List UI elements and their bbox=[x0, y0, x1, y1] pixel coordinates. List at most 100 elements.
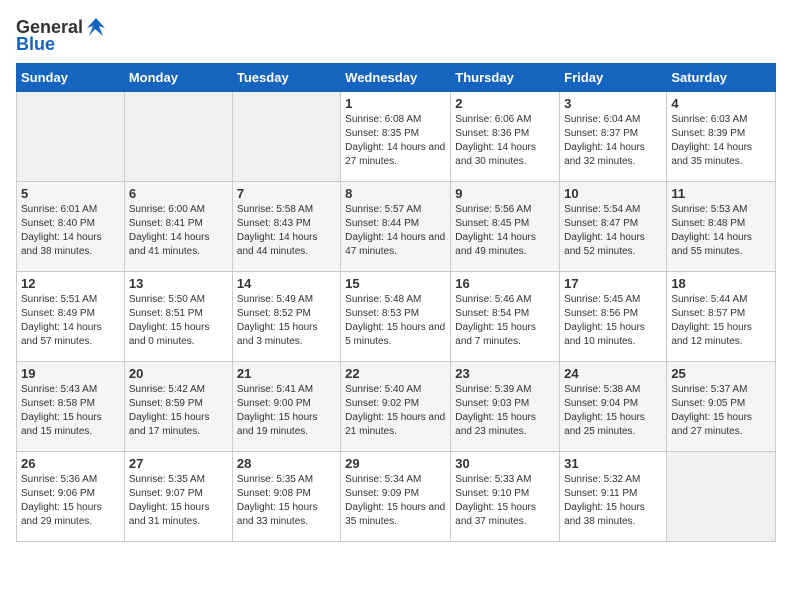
calendar-cell: 11 Sunrise: 5:53 AMSunset: 8:48 PMDayligh… bbox=[667, 182, 776, 272]
logo-blue-text: Blue bbox=[16, 34, 55, 55]
day-number: 3 bbox=[564, 96, 662, 111]
calendar-cell: 28 Sunrise: 5:35 AMSunset: 9:08 PMDayligh… bbox=[232, 452, 340, 542]
day-detail: Sunrise: 5:45 AMSunset: 8:56 PMDaylight:… bbox=[564, 293, 662, 349]
calendar-cell: 12 Sunrise: 5:51 AMSunset: 8:49 PMDayligh… bbox=[17, 272, 125, 362]
calendar-cell bbox=[667, 452, 776, 542]
day-detail: Sunrise: 5:34 AMSunset: 9:09 PMDaylight:… bbox=[345, 473, 446, 529]
day-number: 29 bbox=[345, 456, 446, 471]
day-detail: Sunrise: 5:50 AMSunset: 8:51 PMDaylight:… bbox=[129, 293, 228, 349]
calendar-cell: 29 Sunrise: 5:34 AMSunset: 9:09 PMDayligh… bbox=[341, 452, 451, 542]
day-number: 17 bbox=[564, 276, 662, 291]
calendar-cell bbox=[232, 92, 340, 182]
day-number: 18 bbox=[671, 276, 771, 291]
day-detail: Sunrise: 5:35 AMSunset: 9:08 PMDaylight:… bbox=[237, 473, 336, 529]
calendar-cell: 20 Sunrise: 5:42 AMSunset: 8:59 PMDayligh… bbox=[124, 362, 232, 452]
calendar-cell: 18 Sunrise: 5:44 AMSunset: 8:57 PMDayligh… bbox=[667, 272, 776, 362]
day-number: 8 bbox=[345, 186, 446, 201]
logo-bird-icon bbox=[85, 16, 107, 38]
day-number: 25 bbox=[671, 366, 771, 381]
calendar-cell: 10 Sunrise: 5:54 AMSunset: 8:47 PMDayligh… bbox=[560, 182, 667, 272]
calendar-cell: 24Sunrise: 5:38 AMSunset: 9:04 PMDayligh… bbox=[560, 362, 667, 452]
day-detail: Sunrise: 5:33 AMSunset: 9:10 PMDaylight:… bbox=[455, 473, 555, 529]
day-number: 5 bbox=[21, 186, 120, 201]
day-number: 23 bbox=[455, 366, 555, 381]
calendar-week-row: 5Sunrise: 6:01 AMSunset: 8:40 PMDaylight… bbox=[17, 182, 776, 272]
calendar-cell: 30 Sunrise: 5:33 AMSunset: 9:10 PMDayligh… bbox=[451, 452, 560, 542]
header-day-tuesday: Tuesday bbox=[232, 64, 340, 92]
day-detail: Sunrise: 5:35 AMSunset: 9:07 PMDaylight:… bbox=[129, 473, 228, 529]
day-detail: Sunrise: 5:32 AMSunset: 9:11 PMDaylight:… bbox=[564, 473, 662, 529]
header-day-thursday: Thursday bbox=[451, 64, 560, 92]
day-number: 13 bbox=[129, 276, 228, 291]
calendar-cell: 3 Sunrise: 6:04 AMSunset: 8:37 PMDaylight… bbox=[560, 92, 667, 182]
day-detail: Sunrise: 5:44 AMSunset: 8:57 PMDaylight:… bbox=[671, 293, 771, 349]
day-detail: Sunrise: 5:39 AMSunset: 9:03 PMDaylight:… bbox=[455, 383, 555, 439]
calendar-cell: 15 Sunrise: 5:48 AMSunset: 8:53 PMDayligh… bbox=[341, 272, 451, 362]
page-header: General Blue bbox=[16, 16, 776, 55]
calendar-cell: 5Sunrise: 6:01 AMSunset: 8:40 PMDaylight… bbox=[17, 182, 125, 272]
day-number: 12 bbox=[21, 276, 120, 291]
calendar-cell: 6Sunrise: 6:00 AMSunset: 8:41 PMDaylight… bbox=[124, 182, 232, 272]
day-detail: Sunrise: 5:36 AMSunset: 9:06 PMDaylight:… bbox=[21, 473, 120, 529]
day-number: 30 bbox=[455, 456, 555, 471]
day-number: 7 bbox=[237, 186, 336, 201]
day-detail: Sunrise: 5:48 AMSunset: 8:53 PMDaylight:… bbox=[345, 293, 446, 349]
day-detail: Sunrise: 6:03 AMSunset: 8:39 PMDaylight:… bbox=[671, 113, 771, 169]
calendar-cell: 23 Sunrise: 5:39 AMSunset: 9:03 PMDayligh… bbox=[451, 362, 560, 452]
day-detail: Sunrise: 5:51 AMSunset: 8:49 PMDaylight:… bbox=[21, 293, 120, 349]
day-detail: Sunrise: 6:04 AMSunset: 8:37 PMDaylight:… bbox=[564, 113, 662, 169]
day-number: 19 bbox=[21, 366, 120, 381]
calendar-cell: 8 Sunrise: 5:57 AMSunset: 8:44 PMDaylight… bbox=[341, 182, 451, 272]
calendar-cell: 25 Sunrise: 5:37 AMSunset: 9:05 PMDayligh… bbox=[667, 362, 776, 452]
calendar-week-row: 26 Sunrise: 5:36 AMSunset: 9:06 PMDayligh… bbox=[17, 452, 776, 542]
day-detail: Sunrise: 5:56 AMSunset: 8:45 PMDaylight:… bbox=[455, 203, 555, 259]
calendar-cell: 7 Sunrise: 5:58 AMSunset: 8:43 PMDaylight… bbox=[232, 182, 340, 272]
header-day-saturday: Saturday bbox=[667, 64, 776, 92]
day-detail: Sunrise: 5:54 AMSunset: 8:47 PMDaylight:… bbox=[564, 203, 662, 259]
day-detail: Sunrise: 5:42 AMSunset: 8:59 PMDaylight:… bbox=[129, 383, 228, 439]
calendar-cell: 26 Sunrise: 5:36 AMSunset: 9:06 PMDayligh… bbox=[17, 452, 125, 542]
calendar-week-row: 19 Sunrise: 5:43 AMSunset: 8:58 PMDayligh… bbox=[17, 362, 776, 452]
header-day-monday: Monday bbox=[124, 64, 232, 92]
day-detail: Sunrise: 6:06 AMSunset: 8:36 PMDaylight:… bbox=[455, 113, 555, 169]
calendar-header-row: SundayMondayTuesdayWednesdayThursdayFrid… bbox=[17, 64, 776, 92]
calendar-cell: 27 Sunrise: 5:35 AMSunset: 9:07 PMDayligh… bbox=[124, 452, 232, 542]
calendar-week-row: 12 Sunrise: 5:51 AMSunset: 8:49 PMDayligh… bbox=[17, 272, 776, 362]
header-day-friday: Friday bbox=[560, 64, 667, 92]
day-detail: Sunrise: 6:08 AMSunset: 8:35 PMDaylight:… bbox=[345, 113, 446, 169]
day-number: 4 bbox=[671, 96, 771, 111]
day-number: 15 bbox=[345, 276, 446, 291]
day-number: 11 bbox=[671, 186, 771, 201]
calendar-cell: 14Sunrise: 5:49 AMSunset: 8:52 PMDayligh… bbox=[232, 272, 340, 362]
day-number: 20 bbox=[129, 366, 228, 381]
calendar-cell: 22 Sunrise: 5:40 AMSunset: 9:02 PMDayligh… bbox=[341, 362, 451, 452]
day-number: 31 bbox=[564, 456, 662, 471]
day-number: 10 bbox=[564, 186, 662, 201]
day-number: 27 bbox=[129, 456, 228, 471]
day-number: 24 bbox=[564, 366, 662, 381]
calendar-cell: 31 Sunrise: 5:32 AMSunset: 9:11 PMDayligh… bbox=[560, 452, 667, 542]
day-detail: Sunrise: 5:53 AMSunset: 8:48 PMDaylight:… bbox=[671, 203, 771, 259]
calendar-table: SundayMondayTuesdayWednesdayThursdayFrid… bbox=[16, 63, 776, 542]
calendar-cell: 1Sunrise: 6:08 AMSunset: 8:35 PMDaylight… bbox=[341, 92, 451, 182]
day-number: 2 bbox=[455, 96, 555, 111]
calendar-cell bbox=[124, 92, 232, 182]
calendar-cell: 2 Sunrise: 6:06 AMSunset: 8:36 PMDaylight… bbox=[451, 92, 560, 182]
calendar-cell: 21Sunrise: 5:41 AMSunset: 9:00 PMDayligh… bbox=[232, 362, 340, 452]
day-number: 28 bbox=[237, 456, 336, 471]
day-number: 26 bbox=[21, 456, 120, 471]
day-detail: Sunrise: 5:58 AMSunset: 8:43 PMDaylight:… bbox=[237, 203, 336, 259]
calendar-cell: 19 Sunrise: 5:43 AMSunset: 8:58 PMDayligh… bbox=[17, 362, 125, 452]
calendar-cell: 4 Sunrise: 6:03 AMSunset: 8:39 PMDaylight… bbox=[667, 92, 776, 182]
calendar-cell: 13 Sunrise: 5:50 AMSunset: 8:51 PMDayligh… bbox=[124, 272, 232, 362]
day-number: 22 bbox=[345, 366, 446, 381]
day-detail: Sunrise: 5:41 AMSunset: 9:00 PMDaylight:… bbox=[237, 383, 336, 439]
logo: General Blue bbox=[16, 16, 107, 55]
day-detail: Sunrise: 5:49 AMSunset: 8:52 PMDaylight:… bbox=[237, 293, 336, 349]
day-detail: Sunrise: 5:57 AMSunset: 8:44 PMDaylight:… bbox=[345, 203, 446, 259]
day-detail: Sunrise: 5:37 AMSunset: 9:05 PMDaylight:… bbox=[671, 383, 771, 439]
header-day-wednesday: Wednesday bbox=[341, 64, 451, 92]
day-detail: Sunrise: 5:46 AMSunset: 8:54 PMDaylight:… bbox=[455, 293, 555, 349]
day-detail: Sunrise: 5:43 AMSunset: 8:58 PMDaylight:… bbox=[21, 383, 120, 439]
day-detail: Sunrise: 5:40 AMSunset: 9:02 PMDaylight:… bbox=[345, 383, 446, 439]
